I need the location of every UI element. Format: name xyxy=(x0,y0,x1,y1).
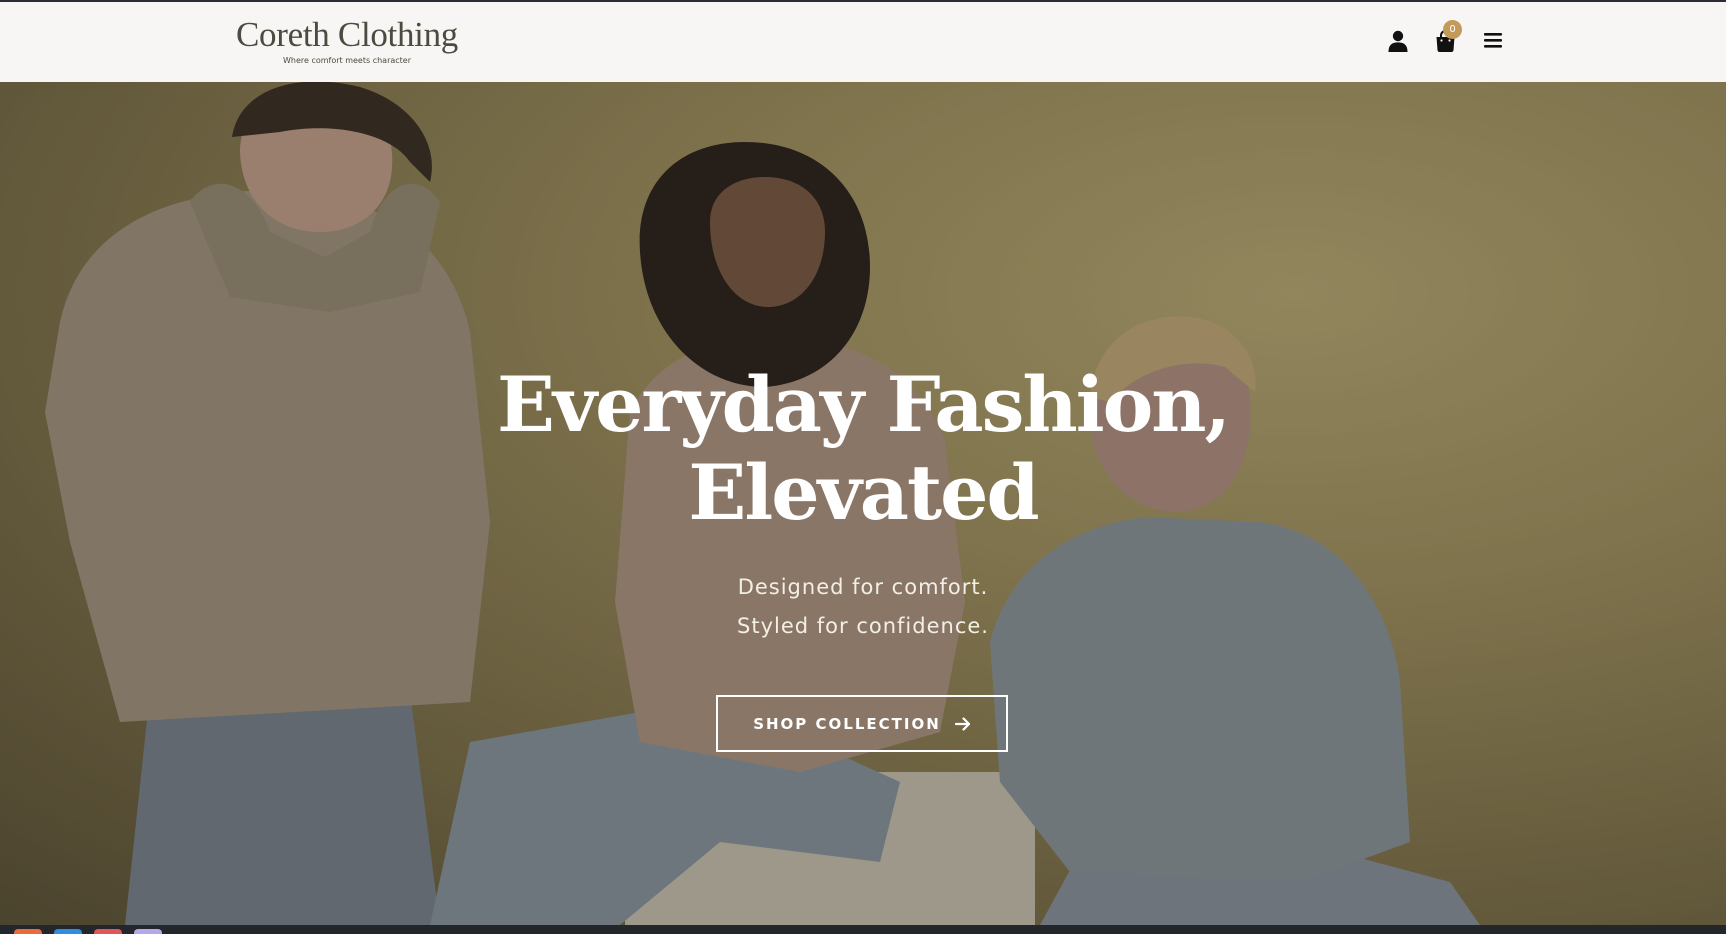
arrow-right-icon xyxy=(954,716,970,731)
taskbar-app-icon[interactable] xyxy=(14,929,42,934)
hero-title: Everyday Fashion, Elevated xyxy=(463,361,1263,537)
hero-title-line-1: Everyday Fashion, xyxy=(496,360,1231,449)
menu-button[interactable] xyxy=(1478,28,1508,58)
shop-collection-button[interactable]: SHOP COLLECTION xyxy=(716,695,1008,752)
taskbar xyxy=(0,925,1726,934)
brand-tagline: Where comfort meets character xyxy=(282,56,412,65)
hero-subtitle-line-2: Styled for confidence. xyxy=(737,614,989,638)
site-header: Coreth Clothing Where comfort meets char… xyxy=(0,2,1726,82)
hero-subtitle-line-1: Designed for comfort. xyxy=(737,575,989,599)
shop-collection-label: SHOP COLLECTION xyxy=(753,714,941,733)
taskbar-app-icon[interactable] xyxy=(134,929,162,934)
brand-name: Coreth Clothing xyxy=(235,15,459,54)
account-button[interactable] xyxy=(1383,28,1413,58)
brand-logo[interactable]: Coreth Clothing Where comfort meets char… xyxy=(232,16,462,66)
taskbar-app-icon[interactable] xyxy=(54,929,82,934)
taskbar-app-icon[interactable] xyxy=(94,929,122,934)
user-icon xyxy=(1388,30,1408,52)
cart-count-badge: 0 xyxy=(1443,20,1462,39)
hero-title-line-2: Elevated xyxy=(688,448,1039,537)
hamburger-menu-icon xyxy=(1484,33,1502,48)
hero-banner: Everyday Fashion, Elevated Designed for … xyxy=(0,82,1726,925)
